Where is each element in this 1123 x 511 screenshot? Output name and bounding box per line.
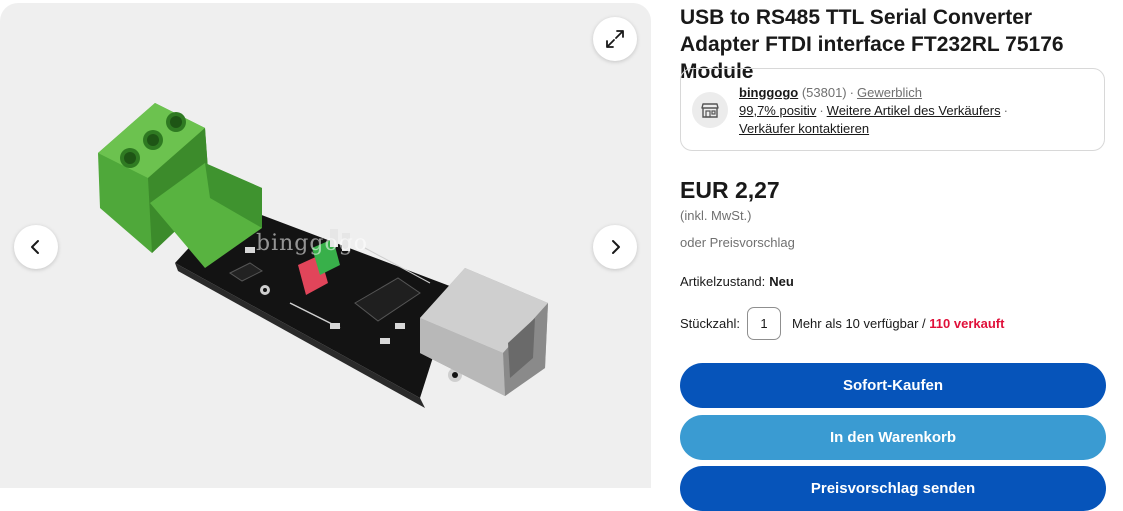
chevron-left-icon [31, 240, 39, 254]
availability-text: Mehr als 10 verfügbar / [791, 316, 926, 331]
seller-details: binggogo (53801) · Gewerblich 99,7% positi… [739, 84, 1011, 138]
sold-count: 110 verkauft [929, 316, 1005, 331]
expand-image-button[interactable] [593, 17, 637, 61]
separator-dot: · [819, 103, 824, 118]
price: EUR 2,27 [680, 177, 780, 203]
seller-feedback-count: (53801) [801, 85, 847, 100]
make-offer-button[interactable]: Preisvorschlag senden [680, 466, 1106, 511]
offer-note: oder Preisvorschlag [680, 235, 795, 250]
chevron-right-icon [612, 240, 620, 254]
add-to-cart-button[interactable]: In den Warenkorb [680, 415, 1106, 460]
vat-note: (inkl. MwSt.) [680, 208, 752, 223]
separator-dot: · [849, 85, 854, 100]
quantity-input[interactable] [746, 307, 781, 340]
previous-image-button[interactable] [14, 225, 58, 269]
item-condition: Artikelzustand: Neu [680, 274, 794, 289]
condition-value: Neu [769, 274, 794, 289]
buy-now-button[interactable]: Sofort-Kaufen [680, 363, 1106, 408]
image-watermark: binggogo [256, 231, 369, 256]
contact-seller-link[interactable]: Verkäufer kontaktieren [739, 121, 869, 136]
next-image-button[interactable] [593, 225, 637, 269]
seller-more-items-link[interactable]: Weitere Artikel des Verkäufers [827, 103, 1001, 118]
image-gallery: binggogo [0, 3, 651, 488]
expand-icon [606, 30, 624, 48]
condition-label: Artikelzustand: [680, 274, 766, 289]
quantity-row: Stückzahl: Mehr als 10 verfügbar / 110 v… [680, 306, 1004, 341]
seller-type-link[interactable]: Gewerblich [857, 85, 922, 100]
quantity-label: Stückzahl: [680, 316, 740, 331]
seller-positive-link[interactable]: 99,7% positiv [739, 103, 816, 118]
seller-card: binggogo (53801) · Gewerblich 99,7% positi… [680, 68, 1105, 151]
store-icon [692, 92, 728, 128]
separator-dot: · [1003, 103, 1008, 118]
seller-name-link[interactable]: binggogo [739, 85, 798, 100]
